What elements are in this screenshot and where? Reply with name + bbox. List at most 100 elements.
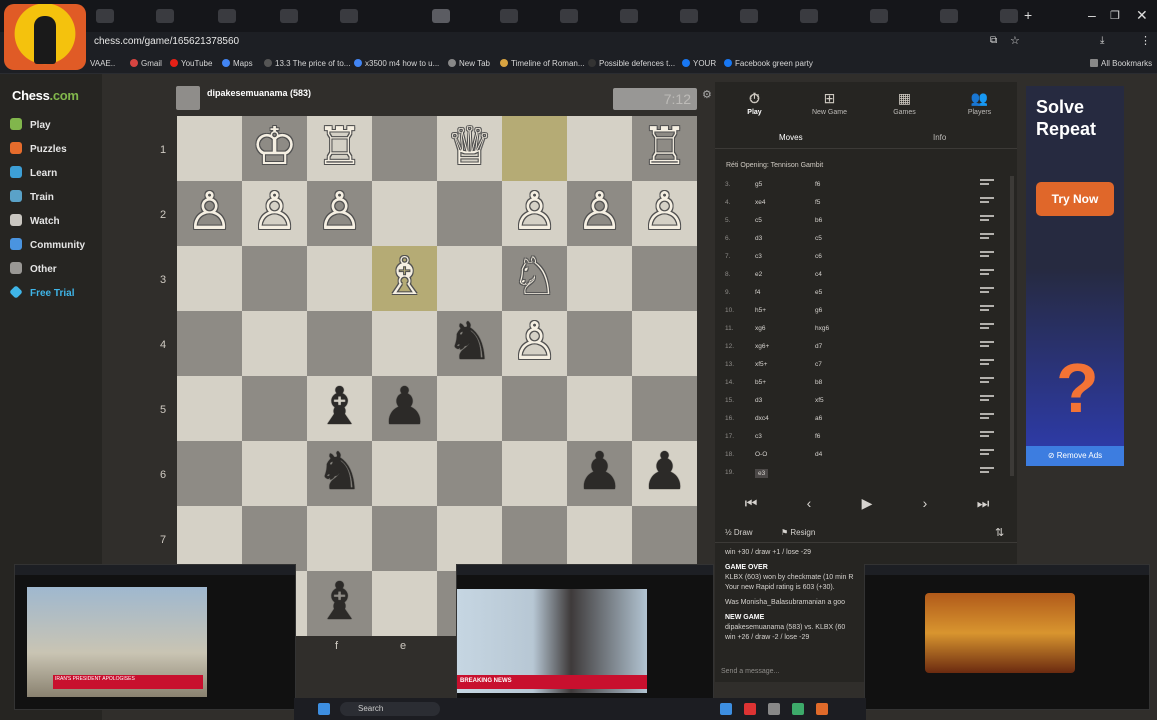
white-move[interactable]: xe4 bbox=[755, 199, 765, 206]
black-piece[interactable]: ♟ bbox=[632, 441, 697, 506]
board-square[interactable] bbox=[632, 506, 697, 571]
breaking-news-thumbnail[interactable]: BREAKING NEWS bbox=[456, 564, 714, 710]
browser-tab[interactable] bbox=[340, 9, 358, 23]
tab-new-game[interactable]: ⊞ New Game bbox=[792, 90, 867, 116]
white-move[interactable]: c3 bbox=[755, 253, 762, 260]
bookmark[interactable]: Timeline of Roman... bbox=[500, 59, 585, 68]
board-square[interactable]: ♙ bbox=[502, 311, 567, 376]
sidebar-item-learn[interactable]: Learn bbox=[10, 166, 57, 179]
black-piece[interactable]: ♞ bbox=[307, 441, 372, 506]
white-piece[interactable]: ♖ bbox=[307, 116, 372, 181]
black-move[interactable]: f5 bbox=[815, 199, 820, 206]
white-move[interactable]: b5+ bbox=[755, 379, 766, 386]
browser-tab[interactable] bbox=[500, 9, 518, 23]
board-square[interactable] bbox=[177, 311, 242, 376]
white-move[interactable]: xf5+ bbox=[755, 361, 767, 368]
board-square[interactable] bbox=[242, 506, 307, 571]
white-move[interactable]: e2 bbox=[755, 271, 762, 278]
board-square[interactable] bbox=[632, 376, 697, 441]
board-square[interactable]: ♞ bbox=[437, 311, 502, 376]
white-piece[interactable]: ♙ bbox=[632, 181, 697, 246]
board-square[interactable]: ♙ bbox=[502, 181, 567, 246]
resign-button[interactable]: ⚑ Resign bbox=[781, 528, 815, 537]
bookmark[interactable]: Possible defences t... bbox=[588, 59, 675, 68]
black-move[interactable]: b6 bbox=[815, 217, 822, 224]
all-bookmarks[interactable]: All Bookmarks bbox=[1090, 59, 1152, 68]
white-piece[interactable]: ♙ bbox=[502, 181, 567, 246]
try-now-button[interactable]: Try Now bbox=[1036, 182, 1114, 216]
board-square[interactable] bbox=[632, 246, 697, 311]
white-piece[interactable]: ♖ bbox=[632, 116, 697, 181]
board-square[interactable] bbox=[567, 376, 632, 441]
board-square[interactable]: ♝ bbox=[307, 376, 372, 441]
white-move[interactable]: O-O bbox=[755, 451, 767, 458]
board-square[interactable] bbox=[502, 506, 567, 571]
bookmark[interactable]: VAAE.. bbox=[90, 59, 115, 68]
white-move[interactable]: g5 bbox=[755, 181, 762, 188]
board-square[interactable]: ♞ bbox=[307, 441, 372, 506]
board-square[interactable] bbox=[372, 441, 437, 506]
black-move[interactable]: c7 bbox=[815, 361, 822, 368]
sidebar-item-puzzles[interactable]: Puzzles bbox=[10, 142, 67, 155]
black-move[interactable]: b8 bbox=[815, 379, 822, 386]
board-square[interactable]: ♟ bbox=[567, 441, 632, 506]
board-square[interactable] bbox=[372, 506, 437, 571]
browser-tab-active[interactable] bbox=[432, 9, 450, 23]
white-piece[interactable]: ♙ bbox=[307, 181, 372, 246]
tab-players[interactable]: 👥 Players bbox=[942, 90, 1017, 116]
browser-tab[interactable] bbox=[156, 9, 174, 23]
board-square[interactable]: ♙ bbox=[632, 181, 697, 246]
browser-tab[interactable] bbox=[1000, 9, 1018, 23]
first-move-icon[interactable]: ⏮ bbox=[723, 495, 779, 512]
player-avatar[interactable] bbox=[176, 86, 200, 110]
bookmark[interactable]: Facebook green party bbox=[724, 59, 813, 68]
maximize-icon[interactable]: ❐ bbox=[1110, 9, 1120, 22]
taskbar-search[interactable]: Search bbox=[340, 702, 440, 716]
board-square[interactable] bbox=[372, 571, 437, 636]
black-move[interactable]: e5 bbox=[815, 289, 822, 296]
chess-logo[interactable]: Chess.com bbox=[12, 88, 79, 103]
app-icon[interactable] bbox=[816, 703, 828, 715]
sidebar-item-community[interactable]: Community bbox=[10, 238, 85, 251]
white-piece[interactable]: ♙ bbox=[242, 181, 307, 246]
new-tab-icon[interactable]: + bbox=[1024, 7, 1032, 23]
sidebar-item-train[interactable]: Train bbox=[10, 190, 54, 203]
browser-tab[interactable] bbox=[560, 9, 578, 23]
sidebar-item-other[interactable]: Other bbox=[10, 262, 57, 275]
white-piece[interactable]: ♘ bbox=[502, 246, 567, 311]
board-square[interactable] bbox=[502, 441, 567, 506]
white-move[interactable]: xg6+ bbox=[755, 343, 769, 350]
board-square[interactable]: ♙ bbox=[307, 181, 372, 246]
browser-tab[interactable] bbox=[620, 9, 638, 23]
board-square[interactable]: ♘ bbox=[502, 246, 567, 311]
white-move[interactable]: c3 bbox=[755, 433, 762, 440]
black-move[interactable]: a6 bbox=[815, 415, 822, 422]
tab-play[interactable]: ⏱ Play bbox=[717, 90, 792, 116]
move-list-scrollbar[interactable] bbox=[1010, 176, 1014, 476]
black-move[interactable]: f6 bbox=[815, 433, 820, 440]
board-square[interactable]: ♙ bbox=[177, 181, 242, 246]
board-square[interactable]: ♙ bbox=[242, 181, 307, 246]
browser-tab[interactable] bbox=[740, 9, 758, 23]
board-square[interactable]: ♖ bbox=[307, 116, 372, 181]
previous-move-icon[interactable]: ‹ bbox=[781, 495, 837, 511]
board-square[interactable] bbox=[372, 311, 437, 376]
tab-games[interactable]: ▦ Games bbox=[867, 90, 942, 116]
board-square[interactable]: ♟ bbox=[372, 376, 437, 441]
board-square[interactable] bbox=[242, 441, 307, 506]
player-name[interactable]: dipakesemuanama (583) bbox=[207, 88, 311, 98]
board-square[interactable] bbox=[307, 506, 372, 571]
black-piece[interactable]: ♟ bbox=[372, 376, 437, 441]
board-square[interactable] bbox=[437, 441, 502, 506]
white-move[interactable]: f4 bbox=[755, 289, 760, 296]
game-stream-thumbnail[interactable] bbox=[864, 564, 1150, 710]
flip-icon[interactable]: ⇅ bbox=[995, 526, 1004, 539]
board-square[interactable]: ♔ bbox=[242, 116, 307, 181]
play-icon[interactable]: ▶ bbox=[839, 495, 895, 512]
draw-button[interactable]: ½ Draw bbox=[725, 528, 753, 537]
bookmark-star-icon[interactable]: ☆ bbox=[1010, 34, 1020, 47]
board-square[interactable]: ♝ bbox=[307, 571, 372, 636]
board-square[interactable] bbox=[502, 376, 567, 441]
white-piece[interactable]: ♗ bbox=[372, 246, 437, 311]
board-square[interactable] bbox=[567, 246, 632, 311]
